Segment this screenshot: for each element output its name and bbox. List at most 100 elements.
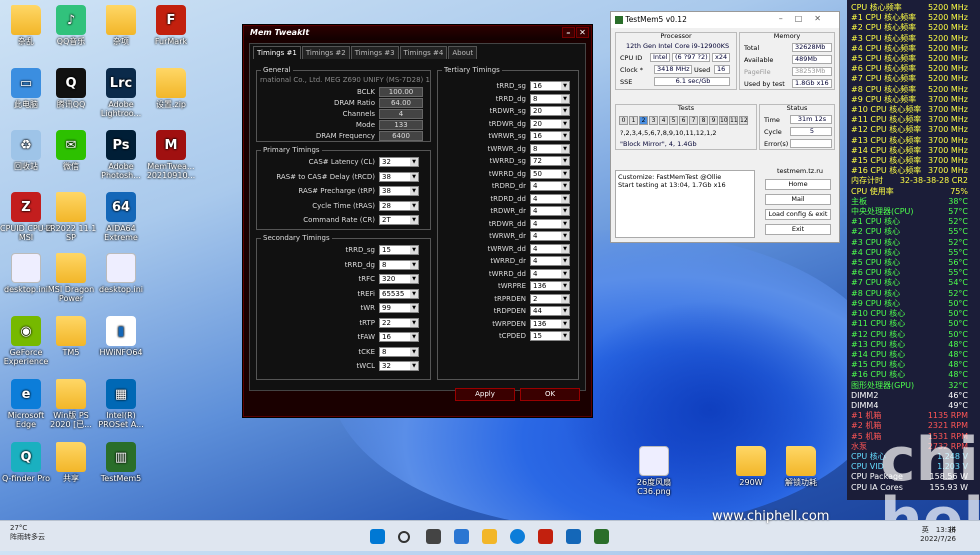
chevron-down-icon[interactable]: ▼ (561, 169, 569, 178)
timing-select[interactable]: 8 ▼ (530, 143, 570, 154)
timing-select[interactable]: 8 ▼ (379, 259, 419, 270)
timing-select[interactable]: 22 ▼ (379, 317, 419, 328)
chevron-down-icon[interactable]: ▼ (561, 294, 569, 303)
desktop-icon[interactable]: desktop.ini (95, 253, 147, 294)
timing-select[interactable]: 8 ▼ (379, 346, 419, 357)
testmem5-window[interactable]: TestMem5 v0.12 –□✕ Processor 12th Gen In… (610, 11, 840, 243)
desktop-icon[interactable]: 26度风扇 C36.png (628, 446, 680, 496)
memtweakit-titlebar[interactable]: Mem TweakIt – ✕ (244, 26, 591, 40)
timing-select[interactable]: 136 ▼ (530, 281, 570, 291)
desktop-icon[interactable]: Ps Adobe Photosh... (95, 130, 147, 180)
timing-select[interactable]: 320 ▼ (379, 274, 419, 284)
chevron-down-icon[interactable]: ▼ (561, 144, 569, 153)
timing-select[interactable]: 38 ▼ (379, 171, 419, 182)
furmark-taskbar-icon[interactable] (538, 529, 553, 544)
timing-select[interactable]: 4 ▼ (530, 256, 570, 266)
close-button[interactable]: ✕ (576, 27, 589, 38)
chevron-down-icon[interactable]: ▼ (561, 82, 569, 90)
chevron-down-icon[interactable]: ▼ (561, 107, 569, 115)
desktop-icon[interactable]: TM5 (45, 316, 97, 357)
chevron-down-icon[interactable]: ▼ (410, 333, 418, 341)
timing-select[interactable]: 38 ▼ (379, 186, 419, 196)
weather-widget[interactable]: 27°C 阵雨转多云 (10, 524, 45, 542)
tab-timings-1[interactable]: Timings #1 (253, 46, 301, 59)
minimize-button[interactable]: – (562, 27, 575, 38)
desktop-icon[interactable]: 290W (725, 446, 777, 487)
tab-timings-4[interactable]: Timings #4 (399, 46, 448, 59)
chevron-down-icon[interactable]: ▼ (410, 289, 418, 298)
desktop-icon[interactable]: F FurMark (145, 5, 197, 46)
chevron-down-icon[interactable]: ▼ (410, 158, 418, 166)
timing-select[interactable]: 72 ▼ (530, 156, 570, 166)
chevron-down-icon[interactable]: ▼ (561, 219, 569, 228)
tab-about[interactable]: About (448, 46, 478, 59)
timing-select[interactable]: 4 ▼ (530, 193, 570, 204)
system-tray[interactable]: 英 拼 13:36 2022/7/26 (920, 526, 956, 543)
timing-select[interactable]: 4 ▼ (530, 181, 570, 191)
chevron-down-icon[interactable]: ▼ (561, 282, 569, 290)
widgets-icon[interactable] (454, 529, 469, 544)
chevron-down-icon[interactable]: ▼ (410, 246, 418, 254)
chevron-down-icon[interactable]: ▼ (561, 207, 569, 215)
timing-select[interactable]: 8 ▼ (530, 93, 570, 104)
chevron-down-icon[interactable]: ▼ (410, 304, 418, 312)
chevron-down-icon[interactable]: ▼ (410, 216, 418, 224)
tab-timings-2[interactable]: Timings #2 (301, 46, 350, 59)
timing-select[interactable]: 136 ▼ (530, 318, 570, 329)
memtweakit-window[interactable]: Mem TweakIt – ✕ Timings #1 Timings #2 Timi… (243, 25, 592, 417)
timing-select[interactable]: 4 ▼ (530, 206, 570, 216)
chevron-down-icon[interactable]: ▼ (410, 260, 418, 269)
chevron-down-icon[interactable]: ▼ (561, 319, 569, 328)
chevron-down-icon[interactable]: ▼ (561, 119, 569, 128)
timing-select[interactable]: 32 ▼ (379, 361, 419, 371)
chevron-down-icon[interactable]: ▼ (561, 94, 569, 103)
tab-timings-3[interactable]: Timings #3 (350, 46, 399, 59)
timing-select[interactable]: 4 ▼ (530, 268, 570, 279)
timing-select[interactable]: 16 ▼ (530, 81, 570, 91)
timing-select[interactable]: 15 ▼ (530, 331, 570, 341)
log-textarea[interactable]: Customize: FastMemTest @Ollie Start test… (615, 170, 755, 238)
desktop-icon[interactable]: M MemTwea... 20210910... (145, 130, 197, 180)
ok-button[interactable]: OK (520, 388, 580, 401)
chevron-down-icon[interactable]: ▼ (561, 194, 569, 203)
chevron-down-icon[interactable]: ▼ (410, 347, 418, 356)
timing-select[interactable]: 65535 ▼ (379, 288, 419, 299)
desktop-icon[interactable]: Lrc Adobe Lightroo... (95, 68, 147, 118)
desktop-icon[interactable]: 64 AIDA64 Extreme (95, 192, 147, 242)
timing-select[interactable]: 28 ▼ (379, 200, 419, 211)
desktop-icon[interactable]: 共享 (45, 442, 97, 483)
exit-button[interactable]: Exit (765, 224, 831, 235)
timing-select[interactable]: 2T ▼ (379, 215, 419, 225)
apply-button[interactable]: Apply (455, 388, 515, 401)
search-icon[interactable] (398, 531, 410, 543)
chevron-down-icon[interactable]: ▼ (561, 132, 569, 140)
timing-select[interactable]: 44 ▼ (530, 306, 570, 316)
chevron-down-icon[interactable]: ▼ (561, 269, 569, 278)
timing-select[interactable]: 4 ▼ (530, 218, 570, 229)
timing-select[interactable]: 4 ▼ (530, 231, 570, 241)
start-button-icon[interactable] (370, 529, 385, 544)
chevron-down-icon[interactable]: ▼ (561, 157, 569, 165)
chevron-down-icon[interactable]: ▼ (410, 187, 418, 195)
aida64-taskbar-icon[interactable] (566, 529, 581, 544)
timing-select[interactable]: 15 ▼ (379, 245, 419, 255)
timing-select[interactable]: 50 ▼ (530, 168, 570, 179)
desktop-icon[interactable]: ♪ QQ音乐 (45, 5, 97, 46)
timing-select[interactable]: 32 ▼ (379, 157, 419, 167)
chevron-down-icon[interactable]: ▼ (561, 257, 569, 265)
desktop-icon[interactable]: Q 腾讯QQ (45, 68, 97, 109)
chevron-down-icon[interactable]: ▼ (410, 362, 418, 370)
chevron-down-icon[interactable]: ▼ (561, 182, 569, 190)
timing-select[interactable]: 99 ▼ (379, 303, 419, 313)
desktop-icon[interactable]: ▥ TestMem5 (95, 442, 147, 483)
load-config-button[interactable]: Load config & exit (765, 209, 831, 220)
desktop-icon[interactable]: 杂项 (95, 5, 147, 46)
file-explorer-icon[interactable] (482, 529, 497, 544)
timing-select[interactable]: 4 ▼ (530, 243, 570, 254)
timing-select[interactable]: 16 ▼ (530, 131, 570, 141)
desktop-icon[interactable]: Win版 PS 2020 [已... (45, 379, 97, 429)
chevron-down-icon[interactable]: ▼ (410, 318, 418, 327)
timing-select[interactable]: 16 ▼ (379, 332, 419, 342)
edge-icon[interactable] (510, 529, 525, 544)
testmem5-titlebar[interactable]: TestMem5 v0.12 –□✕ (611, 12, 839, 28)
